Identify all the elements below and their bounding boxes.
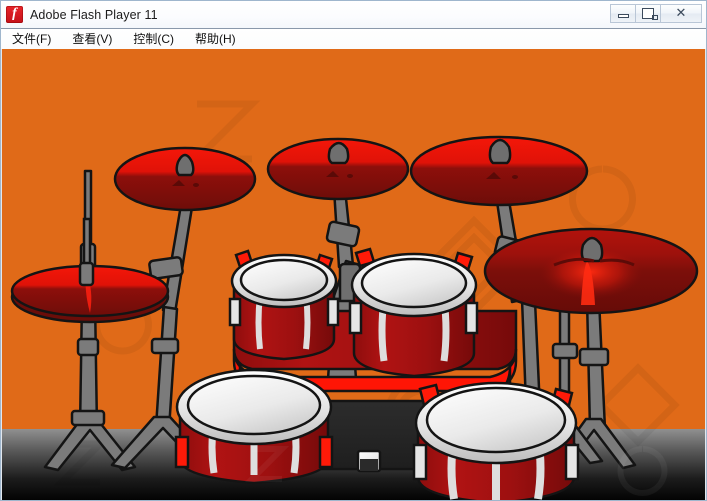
crash-cymbal-left: [113, 146, 257, 212]
snare-drum: [174, 368, 334, 485]
window-title: Adobe Flash Player 11: [30, 7, 158, 22]
menu-control[interactable]: 控制(C): [130, 29, 183, 49]
drum-kit-illustration: [2, 49, 705, 500]
ride-bell: [580, 236, 604, 263]
ride-cymbal: [483, 227, 699, 315]
window-controls: ✕: [610, 4, 702, 23]
snare-lug-a: [174, 435, 190, 469]
tom-left-head: [239, 258, 329, 302]
flash-stage[interactable]: [2, 49, 705, 500]
menu-help[interactable]: 帮助(H): [192, 29, 245, 49]
snare-lug-b: [318, 435, 334, 469]
crash-cymbal-right: [409, 135, 589, 207]
flash-stage-container: [1, 49, 706, 500]
crash-center-bell: [327, 141, 350, 165]
crash-right-bell: [488, 138, 512, 165]
title-bar[interactable]: Adobe Flash Player 11 ✕: [1, 1, 706, 28]
flash-player-window: Adobe Flash Player 11 ✕ 文件(F) 查看(V) 控制(C…: [0, 0, 707, 501]
menu-view[interactable]: 查看(V): [69, 29, 121, 49]
floor-tom-head: [425, 386, 567, 454]
maximize-button[interactable]: [635, 4, 661, 23]
close-button[interactable]: ✕: [660, 4, 702, 23]
crash-cymbal-center: [266, 137, 410, 201]
tom-right-head: [360, 257, 468, 309]
close-icon: ✕: [675, 6, 687, 21]
flash-logo-icon: [6, 5, 23, 23]
maximize-icon: [642, 8, 658, 20]
minimize-button[interactable]: [610, 4, 636, 23]
rack-tom-right: [348, 247, 479, 378]
floor-tom: [412, 381, 580, 500]
snare-head: [186, 374, 322, 436]
rack-tom-left: [228, 249, 340, 361]
menu-bar: 文件(F) 查看(V) 控制(C) 帮助(H): [1, 28, 706, 49]
crash-left-bell: [175, 153, 195, 177]
menu-file[interactable]: 文件(F): [9, 29, 60, 49]
maximize-icon-inner: [652, 15, 658, 20]
minimize-icon: [618, 14, 629, 18]
